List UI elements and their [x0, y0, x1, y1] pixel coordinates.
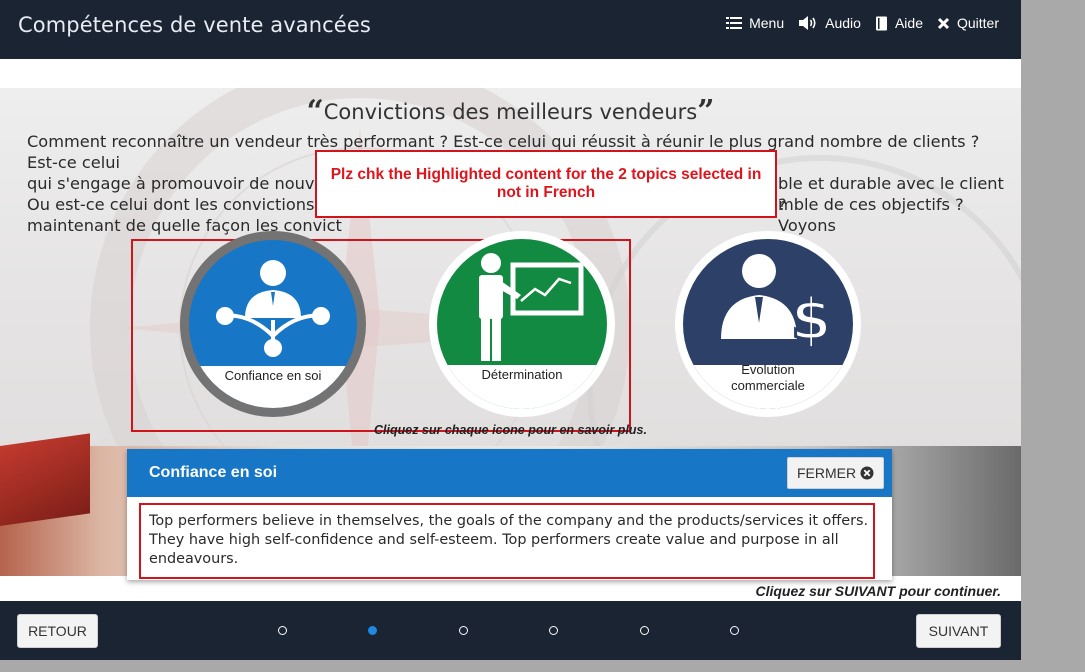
next-button[interactable]: SUIVANT — [916, 614, 1001, 648]
panel-body-text: Top performers believe in themselves, th… — [149, 513, 869, 567]
book-icon — [875, 16, 887, 30]
page-dot[interactable] — [459, 626, 468, 635]
topic-disc: Confiance en soi — [189, 240, 357, 408]
open-quote-glyph: “ — [306, 94, 324, 129]
help-label: Aide — [894, 15, 923, 31]
page-dot[interactable] — [278, 626, 287, 635]
close-circle-icon — [860, 466, 874, 480]
businessman-dollar-icon: $ — [721, 254, 833, 355]
topic-detail-panel: Confiance en soi FERMER Top performers b… — [127, 449, 892, 580]
slide-title: “Convictions des meilleurs vendeurs” — [0, 94, 1021, 129]
audio-label: Audio — [825, 15, 861, 31]
close-panel-button[interactable]: FERMER — [787, 457, 884, 489]
top-bar: Compétences de vente avancées Menu Audio — [0, 0, 1021, 59]
top-nav: Menu Audio Aide Quitter — [726, 15, 999, 31]
network-person-icon — [216, 260, 330, 357]
course-player: Compétences de vente avancées Menu Audio — [0, 0, 1021, 660]
panel-header: Confiance en soi FERMER — [127, 449, 892, 497]
topic-disc: $ Evolution commerciale — [683, 239, 853, 409]
page-dot-current[interactable] — [368, 626, 377, 635]
list-icon — [726, 17, 743, 29]
menu-label: Menu — [749, 15, 785, 31]
intro-line-left: qui s'engage à promouvoir de nouveau — [27, 174, 345, 193]
topic-determination[interactable]: Détermination — [429, 231, 615, 417]
close-quote-glyph: ” — [697, 94, 715, 129]
topic-disc: Détermination — [437, 239, 607, 409]
page-dot[interactable] — [549, 626, 558, 635]
topic-label: Confiance en soi — [224, 368, 322, 383]
close-icon — [937, 17, 950, 29]
page-dot[interactable] — [640, 626, 649, 635]
page-dot[interactable] — [730, 626, 739, 635]
topics-hint: Cliquez sur chaque icone pour en savoir … — [374, 423, 647, 437]
topic-label: Evolution commerciale — [731, 362, 805, 393]
quit-label: Quitter — [956, 15, 999, 31]
menu-button[interactable]: Menu — [726, 15, 784, 31]
intro-line-left: Ou est-ce celui dont les convictions, co — [27, 195, 344, 214]
topic-evolution-commerciale[interactable]: $ Evolution commerciale — [675, 231, 861, 417]
topic-confiance-en-soi[interactable]: Confiance en soi — [180, 231, 366, 417]
review-annotation: Plz chk the Highlighted content for the … — [315, 150, 777, 218]
back-button[interactable]: RETOUR — [17, 614, 98, 648]
quit-button[interactable]: Quitter — [937, 15, 999, 31]
audio-button[interactable]: Audio — [798, 15, 861, 31]
intro-line-right: mble de ces objectifs ? Voyons — [778, 195, 964, 235]
close-panel-label: FERMER — [796, 465, 857, 481]
presenter-chart-icon — [479, 253, 584, 361]
speaker-icon — [799, 16, 816, 30]
topic-label: Détermination — [481, 367, 563, 382]
slide-title-text: Convictions des meilleurs vendeurs — [323, 100, 698, 124]
bottom-bar: RETOUR SUIVANT — [0, 601, 1021, 660]
help-button[interactable]: Aide — [875, 15, 923, 31]
panel-title: Confiance en soi — [149, 464, 278, 481]
svg-text:$: $ — [791, 285, 831, 353]
continue-hint: Cliquez sur SUIVANT pour continuer. — [755, 583, 1001, 599]
book-graphic — [0, 433, 90, 526]
course-title: Compétences de vente avancées — [18, 13, 371, 37]
